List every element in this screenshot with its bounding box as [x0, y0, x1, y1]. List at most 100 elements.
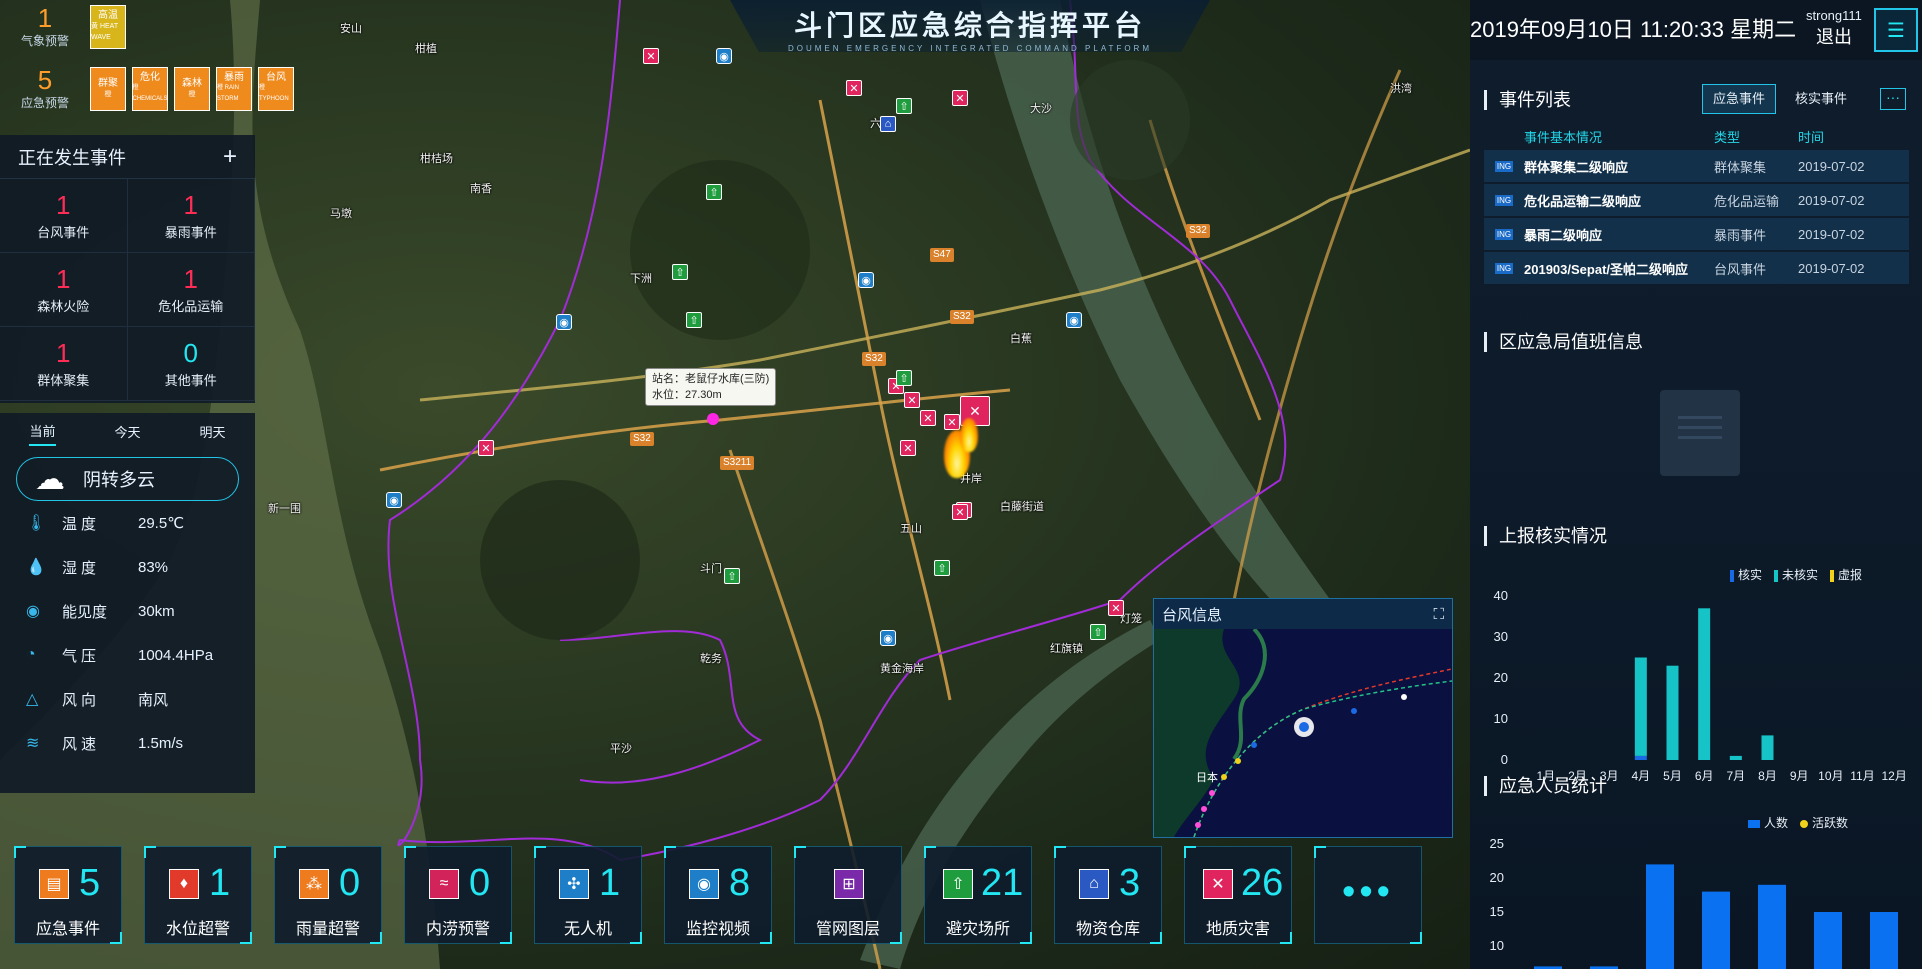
tool-shelter[interactable]: ⇧ 21 避灾场所: [924, 846, 1032, 944]
shelter-marker[interactable]: ⇧: [934, 560, 950, 576]
map-label: 安山: [340, 23, 362, 35]
tool-waterlogging[interactable]: ≈ 0 内涝预警: [404, 846, 512, 944]
tool-warehouse[interactable]: ⌂ 3 物资仓库: [1054, 846, 1162, 944]
event-cell-hazmat[interactable]: 1 危化品运输: [127, 253, 255, 327]
badge-sub: 橙: [188, 90, 196, 98]
tool-label: 应急事件: [35, 921, 100, 938]
camera-marker[interactable]: ◉: [858, 272, 874, 288]
chemicals-warning-badge[interactable]: 危化 橙 CHEMICALS: [132, 66, 168, 111]
status-tag: ING: [1494, 262, 1514, 274]
bar-人数: [1758, 884, 1786, 969]
menu-icon[interactable]: ☰: [1874, 8, 1918, 52]
tab-emergency-events[interactable]: 应急事件: [1702, 84, 1777, 114]
tool-water-level[interactable]: ♦ 1 水位超警: [144, 846, 252, 944]
event-table-header: 事件基本情况 类型 时间: [1484, 122, 1909, 150]
weather-value: 30km: [138, 602, 175, 620]
road-shield: S32: [1186, 224, 1210, 238]
badge-text: 台风: [266, 72, 286, 83]
camera-marker[interactable]: ◉: [386, 492, 402, 508]
geo-disaster-marker[interactable]: ✕: [944, 414, 960, 430]
tool-geo-disaster[interactable]: ✕ 26 地质灾害: [1184, 846, 1292, 944]
shelter-marker[interactable]: ⇧: [706, 184, 722, 200]
user-name: strong111: [1806, 8, 1862, 23]
event-type: 群体聚集: [1714, 159, 1767, 175]
weather-key: 温度: [62, 515, 101, 533]
event-cell-other[interactable]: 0 其他事件: [127, 327, 255, 401]
weather-value: 29.5℃: [138, 515, 185, 532]
y-tick-label: 0: [1501, 752, 1508, 767]
right-panel: 事件列表 应急事件 核实事件 ··· 事件基本情况 类型 时间 ING 群体聚集…: [1470, 60, 1922, 969]
table-row[interactable]: ING 201903/Sepat/圣帕二级响应 台风事件 2019-07-02: [1484, 252, 1909, 284]
event-count: 1: [56, 264, 71, 294]
shelter-marker[interactable]: ⇧: [724, 568, 740, 584]
camera-marker[interactable]: ◉: [556, 314, 572, 330]
x-tick-label: 12月: [1881, 769, 1906, 783]
road-shield: S32: [630, 432, 654, 446]
shelter-marker[interactable]: ⇧: [1090, 624, 1106, 640]
geo-disaster-marker[interactable]: ✕: [1108, 600, 1124, 616]
more-icon: •••: [1342, 871, 1394, 913]
camera-marker[interactable]: ◉: [1066, 312, 1082, 328]
weather-value: 南风: [138, 691, 169, 709]
geo-disaster-marker[interactable]: ✕: [900, 440, 916, 456]
logout-button[interactable]: 退出: [1806, 23, 1862, 49]
shelter-marker[interactable]: ⇧: [686, 312, 702, 328]
geo-disaster-marker[interactable]: ✕: [952, 90, 968, 106]
fullscreen-icon[interactable]: ⛶: [1433, 606, 1444, 623]
more-icon[interactable]: ···: [1880, 88, 1906, 110]
badge-sub: 橙 CHEMICALS: [132, 85, 168, 102]
tool-rainfall[interactable]: ⁂ 0 雨量超警: [274, 846, 382, 944]
typhoon-warning-badge[interactable]: 台风 橙 TYPHOON: [258, 66, 294, 111]
table-row[interactable]: ING 群体聚集二级响应 群体聚集 2019-07-02: [1484, 150, 1909, 182]
geo-disaster-marker[interactable]: ✕: [952, 504, 968, 520]
tab-today[interactable]: 今天: [114, 422, 140, 445]
camera-marker[interactable]: ◉: [716, 48, 732, 64]
tool-drone[interactable]: ✣ 1 无人机: [534, 846, 642, 944]
rainstorm-warning-badge[interactable]: 暴雨 橙 RAIN STORM: [216, 66, 252, 111]
weather-panel: 当前 今天 明天 ☁ 阴转多云 🌡 温度 29.5℃ 💧 湿度 83% ◉ 能见…: [0, 413, 255, 793]
tool-emergency-event[interactable]: ▤ 5 应急事件: [14, 846, 122, 944]
geo-disaster-marker[interactable]: ✕: [478, 440, 494, 456]
weather-value: 1.5m/s: [138, 734, 184, 752]
geo-disaster-marker[interactable]: ✕: [643, 48, 659, 64]
shelter-marker[interactable]: ⇧: [896, 370, 912, 386]
fire-hotspot[interactable]: [960, 418, 978, 452]
plus-icon[interactable]: +: [223, 143, 237, 171]
waterlogging-icon: ≈: [429, 869, 459, 899]
water-station-marker[interactable]: [707, 413, 719, 425]
forest-warning-badge[interactable]: 森林 橙: [174, 66, 210, 111]
event-count: 0: [183, 338, 198, 368]
tool-count: 8: [729, 862, 751, 904]
tool-pipe-network[interactable]: ⊞ 管网图层: [794, 846, 902, 944]
tab-current[interactable]: 当前: [29, 421, 56, 446]
geo-disaster-marker[interactable]: ✕: [904, 392, 920, 408]
event-cell-crowd[interactable]: 1 群体聚集: [0, 327, 128, 401]
geo-disaster-marker[interactable]: ✕: [920, 410, 936, 426]
crowd-warning-badge[interactable]: 群聚 橙: [90, 66, 126, 111]
shelter-marker[interactable]: ⇧: [896, 98, 912, 114]
map-label: 马墩: [330, 208, 352, 220]
event-cell-typhoon[interactable]: 1 台风事件: [0, 179, 128, 253]
tool-more[interactable]: •••: [1314, 846, 1422, 944]
warehouse-marker[interactable]: ⌂: [880, 116, 896, 132]
bar-未核实: [1761, 735, 1774, 760]
geo-disaster-marker[interactable]: ✕: [846, 80, 862, 96]
event-name: 危化品运输二级响应: [1524, 193, 1642, 209]
bar-人数: [1814, 912, 1842, 969]
map-label: 红旗镇: [1050, 643, 1083, 655]
camera-marker[interactable]: ◉: [880, 630, 896, 646]
typhoon-track-map[interactable]: 日本: [1154, 629, 1452, 837]
table-row[interactable]: ING 暴雨二级响应 暴雨事件 2019-07-02: [1484, 218, 1909, 250]
tab-verified-events[interactable]: 核实事件: [1784, 84, 1858, 114]
page-subtitle: DOUMEN EMERGENCY INTEGRATED COMMAND PLAT…: [787, 44, 1152, 53]
x-tick-label: 6月: [1695, 769, 1714, 783]
event-cell-rainstorm[interactable]: 1 暴雨事件: [127, 179, 255, 253]
event-label: 群体聚集: [37, 373, 90, 388]
shelter-marker[interactable]: ⇧: [672, 264, 688, 280]
event-cell-forest-fire[interactable]: 1 森林火险: [0, 253, 128, 327]
tool-camera[interactable]: ◉ 8 监控视频: [664, 846, 772, 944]
tab-tomorrow[interactable]: 明天: [199, 422, 225, 445]
typhoon-track-svg: [1154, 629, 1452, 837]
heat-wave-warning-badge[interactable]: 高温 黄 HEAT WAVE: [90, 4, 126, 49]
table-row[interactable]: ING 危化品运输二级响应 危化品运输 2019-07-02: [1484, 184, 1909, 216]
